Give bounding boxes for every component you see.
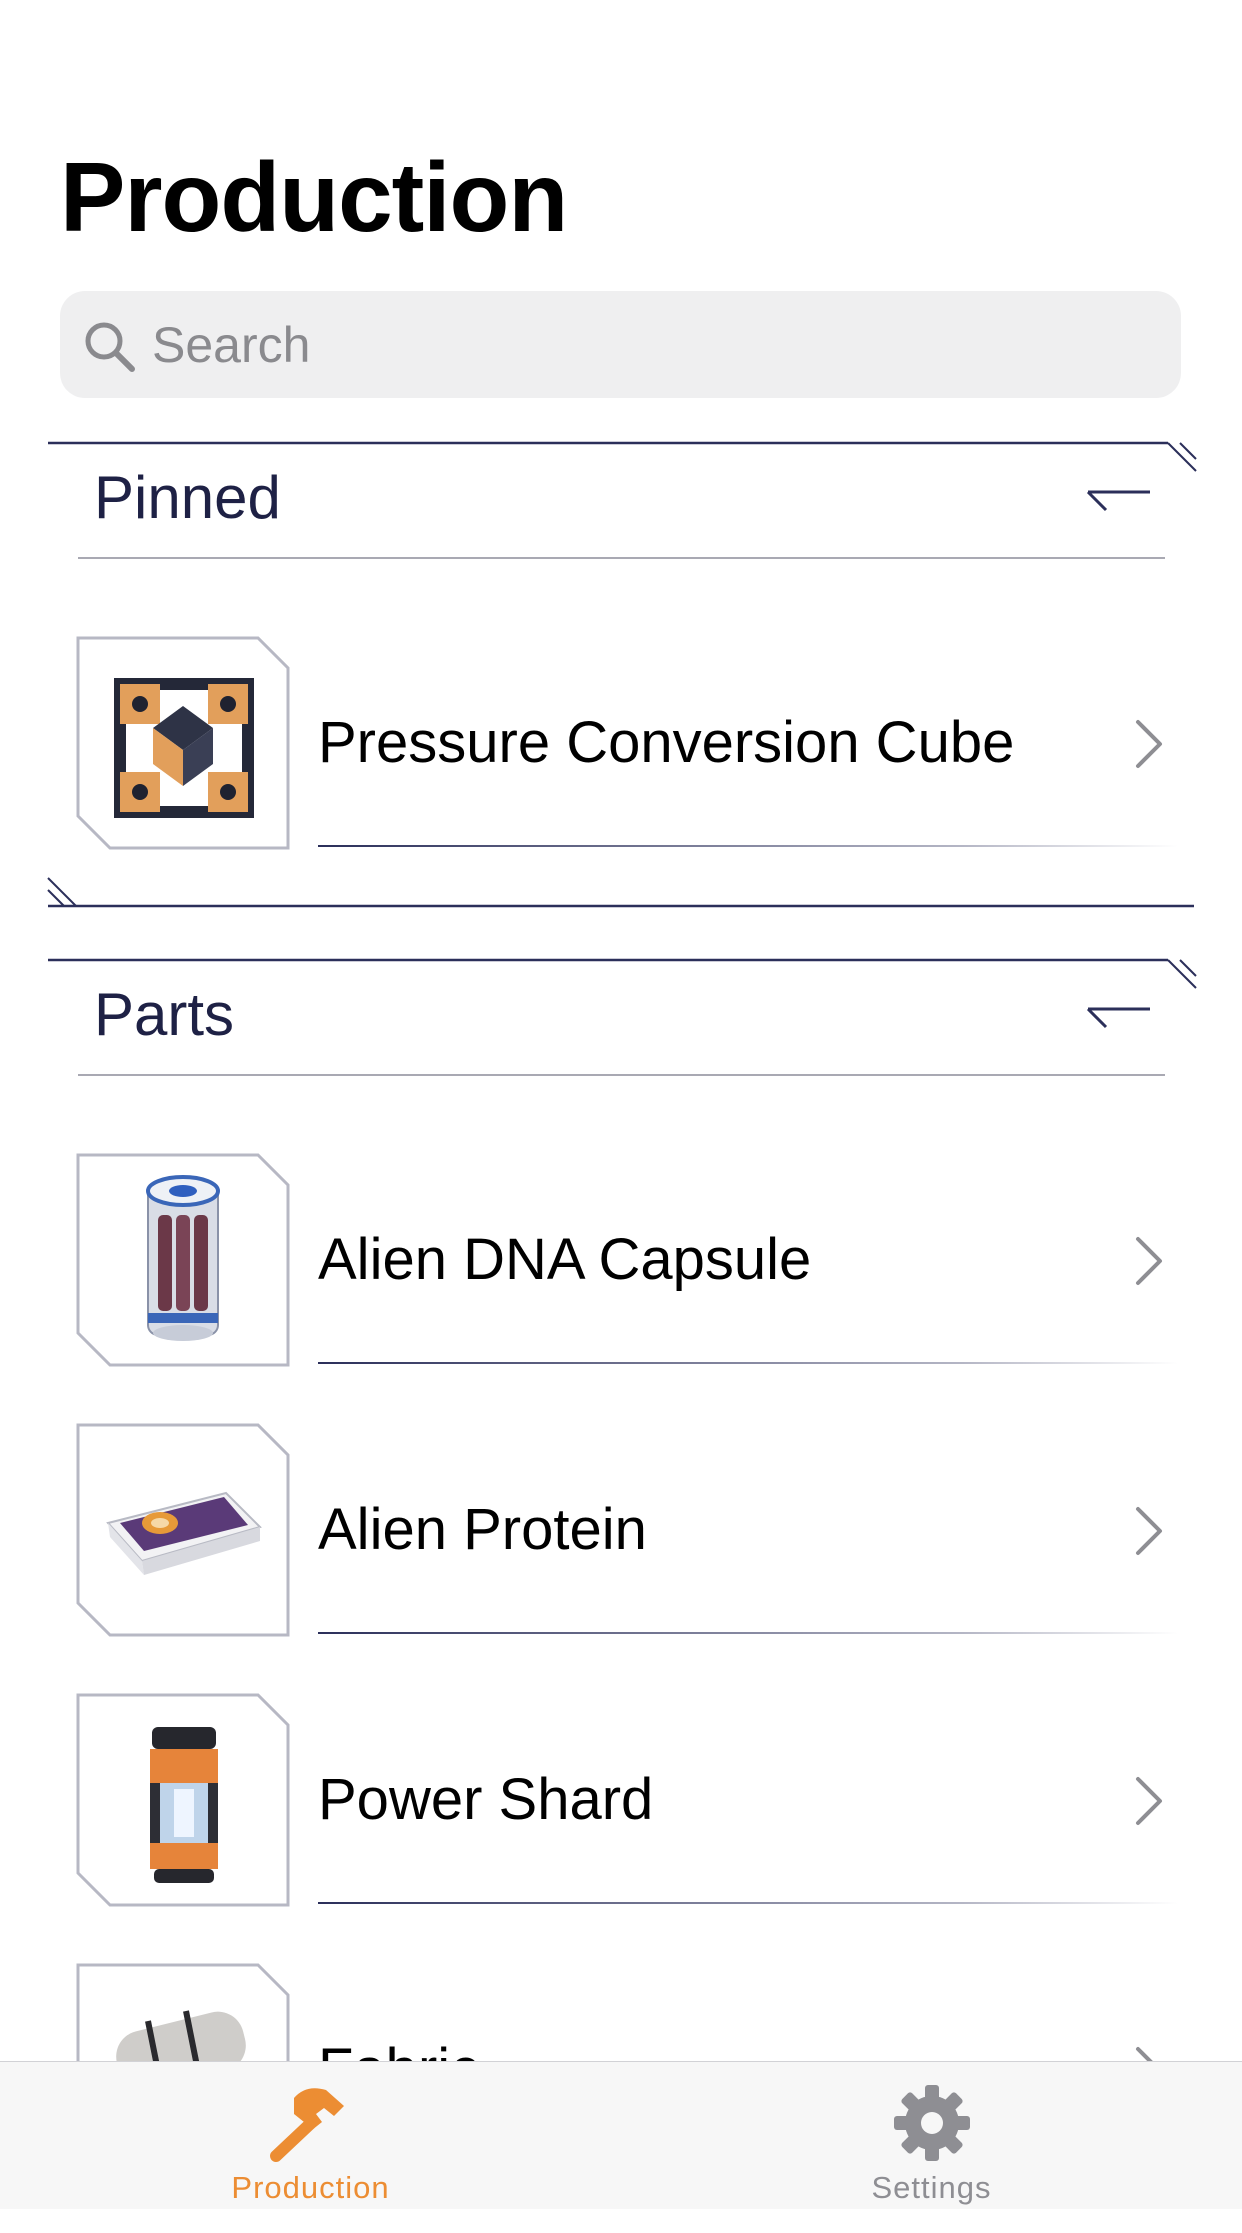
- list-item[interactable]: Power Shard: [0, 1693, 1242, 1963]
- section-title-pinned: Pinned: [94, 464, 281, 531]
- chevron-right-icon: [1136, 720, 1162, 768]
- row-separator: [318, 1632, 1178, 1634]
- item-label: Alien Protein: [318, 1497, 647, 1562]
- list-item[interactable]: Alien Protein: [0, 1423, 1242, 1693]
- list-item[interactable]: Alien DNA Capsule: [0, 1153, 1242, 1423]
- search-input[interactable]: [152, 291, 1152, 398]
- hammer-icon: [270, 2088, 344, 2162]
- chevron-right-icon: [1136, 1507, 1162, 1555]
- section-title-parts: Parts: [94, 981, 235, 1048]
- pressure-conversion-cube-icon: [114, 678, 254, 818]
- item-label: Alien DNA Capsule: [318, 1227, 812, 1292]
- item-label: Pressure Conversion Cube: [318, 710, 1015, 775]
- collapse-icon[interactable]: [1084, 1003, 1150, 1033]
- item-thumbnail: [76, 1423, 290, 1637]
- item-label: Power Shard: [318, 1767, 654, 1832]
- tab-settings[interactable]: Settings: [621, 2062, 1242, 2209]
- row-separator: [318, 1362, 1178, 1364]
- row-separator: [318, 845, 1178, 847]
- chevron-right-icon: [1136, 1777, 1162, 1825]
- page-title: Production: [60, 142, 568, 252]
- row-separator: [318, 1902, 1178, 1904]
- tab-bar: Production Settings: [0, 2061, 1242, 2209]
- tab-label-production: Production: [231, 2170, 390, 2205]
- item-thumbnail: [76, 1693, 290, 1907]
- power-shard-icon: [150, 1727, 218, 1883]
- collapse-icon[interactable]: [1084, 486, 1150, 516]
- item-thumbnail: [76, 636, 290, 850]
- item-thumbnail: [76, 1153, 290, 1367]
- search-icon: [85, 322, 135, 372]
- gear-icon: [894, 2085, 970, 2161]
- list-item[interactable]: Pressure Conversion Cube: [0, 636, 1242, 906]
- tab-label-settings: Settings: [871, 2170, 992, 2205]
- search-bar[interactable]: [60, 291, 1181, 398]
- chevron-right-icon: [1136, 1237, 1162, 1285]
- alien-protein-icon: [106, 1491, 262, 1575]
- parts-section: Parts: [0, 957, 1242, 1087]
- tab-production[interactable]: Production: [0, 2062, 621, 2209]
- alien-dna-capsule-icon: [146, 1175, 220, 1341]
